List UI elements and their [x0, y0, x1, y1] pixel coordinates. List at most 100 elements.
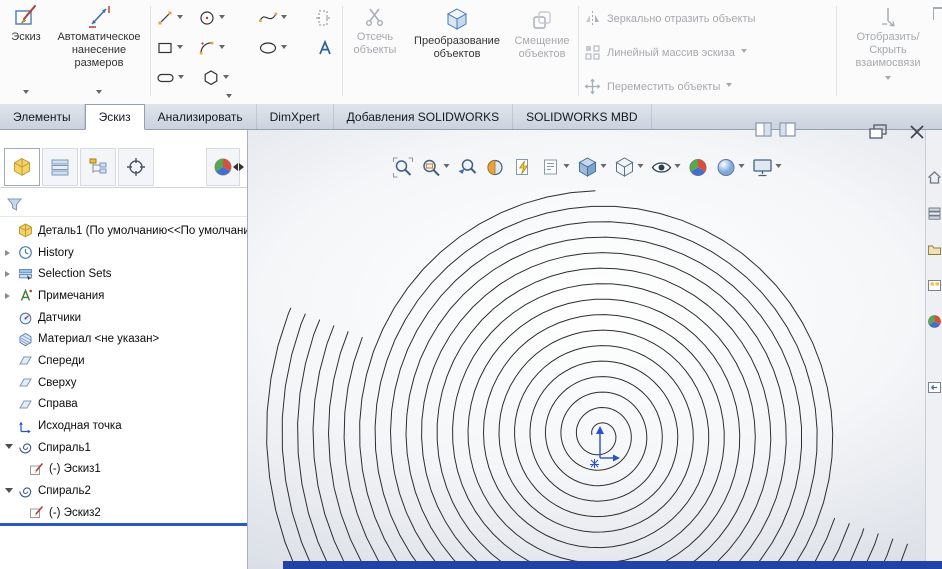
smart-dimension-button[interactable]: Автоматическое нанесение размеров — [50, 3, 148, 100]
chevron-down-icon[interactable] — [775, 163, 781, 171]
dimxpertmanager-tab[interactable] — [118, 148, 154, 186]
display-pane-toggle-icon[interactable] — [755, 121, 773, 139]
mirror-entities-button[interactable]: Зеркально отразить объекты — [584, 10, 755, 27]
apply-scene-button[interactable] — [715, 157, 744, 178]
chevron-down-icon[interactable] — [177, 14, 183, 22]
tree-item-sketch2[interactable]: (-) Эскиз2 — [0, 502, 247, 524]
chevron-down-icon[interactable] — [219, 14, 225, 22]
tree-item-material[interactable]: Материал <не указан> — [0, 328, 247, 350]
spiral2-curve[interactable] — [266, 130, 925, 569]
sketch-button[interactable]: Эскиз — [4, 3, 48, 100]
chevron-down-icon[interactable] — [563, 163, 569, 171]
display-style-button[interactable] — [613, 156, 643, 178]
tree-item-sketch1[interactable]: (-) Эскиз1 — [0, 459, 247, 481]
tab-solidworks-addins[interactable]: Добавления SOLIDWORKS — [334, 104, 514, 129]
chevron-down-icon[interactable] — [219, 44, 225, 52]
convert-entities-button[interactable]: Преобразование объектов — [408, 6, 506, 61]
chevron-down-icon[interactable] — [178, 74, 184, 82]
featuremanager-tab[interactable] — [4, 148, 40, 186]
text-tool-button[interactable] — [316, 36, 334, 60]
display-relations-button[interactable]: Отобразить/Скрыть взаимосвязи — [842, 6, 934, 98]
linear-pattern-button[interactable]: Линейный массив эскиза — [584, 44, 747, 61]
expander-icon[interactable] — [5, 271, 16, 278]
view-settings-button[interactable] — [751, 157, 781, 178]
tab-features[interactable]: Элементы — [0, 104, 85, 129]
chevron-down-icon[interactable] — [637, 163, 643, 171]
offset-entities-button[interactable]: Смещение объектов — [510, 10, 574, 61]
tree-item-front-plane[interactable]: Спереди — [0, 350, 247, 372]
tree-filter-row[interactable] — [0, 192, 247, 217]
design-library-icon[interactable] — [927, 206, 942, 221]
previous-view-button[interactable] — [456, 157, 477, 178]
chevron-down-icon[interactable] — [740, 49, 747, 56]
view-orientation-button[interactable] — [576, 156, 606, 178]
tree-item-part[interactable]: Деталь1 (По умолчанию<<По умолчанию> — [0, 220, 247, 242]
appearances-icon[interactable] — [927, 314, 942, 329]
dynamic-annotation-button[interactable] — [512, 157, 533, 178]
chevron-down-icon[interactable] — [885, 75, 891, 83]
tab-scroll-left-icon[interactable] — [229, 163, 238, 171]
tree-item-spiral1[interactable]: Спираль1 — [0, 437, 247, 459]
chevron-down-icon[interactable] — [223, 74, 229, 82]
tree-item-origin[interactable]: Исходная точка — [0, 415, 247, 437]
custom-properties-icon[interactable] — [927, 380, 942, 395]
propertymanager-tab[interactable] — [42, 148, 78, 186]
expander-icon[interactable] — [5, 442, 16, 453]
configurationmanager-tab[interactable] — [80, 148, 116, 186]
annotation-views-button[interactable] — [540, 157, 569, 178]
arc-tool-button[interactable] — [198, 36, 225, 60]
expander-icon[interactable] — [5, 292, 16, 299]
rollback-bar[interactable] — [0, 523, 247, 526]
ellipse-tool-button[interactable] — [258, 36, 287, 60]
tree-item-sensors[interactable]: Датчики — [0, 307, 247, 329]
slot-tool-button[interactable] — [156, 66, 184, 90]
tree-item-top-plane[interactable]: Сверху — [0, 372, 247, 394]
spiral1-curve[interactable] — [359, 190, 834, 569]
tree-item-selection-sets[interactable]: Selection Sets — [0, 263, 247, 285]
section-view-button[interactable] — [484, 157, 505, 178]
tab-sketch[interactable]: Эскиз — [84, 104, 145, 130]
spline-tool-button[interactable] — [258, 6, 287, 30]
linear-pattern-label: Линейный массив эскиза — [607, 46, 735, 59]
tab-solidworks-mbd[interactable]: SOLIDWORKS MBD — [513, 104, 652, 129]
mirror-flyout-button[interactable] — [314, 6, 332, 30]
hide-show-items-button[interactable] — [650, 157, 680, 178]
chevron-down-icon[interactable] — [674, 163, 680, 171]
move-entities-button[interactable]: Переместить объекты — [584, 78, 733, 95]
graphics-area[interactable] — [248, 130, 925, 569]
zoom-fit-button[interactable] — [392, 157, 413, 178]
tab-evaluate[interactable]: Анализировать — [145, 104, 257, 129]
restore-window-icon[interactable] — [869, 124, 888, 140]
tab-dimxpert[interactable]: DimXpert — [257, 104, 334, 129]
chevron-down-icon[interactable] — [738, 163, 744, 171]
chevron-down-icon[interactable] — [226, 94, 232, 101]
chevron-down-icon[interactable] — [600, 163, 606, 171]
edit-appearance-button[interactable] — [687, 157, 708, 178]
chevron-down-icon[interactable] — [177, 44, 183, 52]
home-icon[interactable] — [927, 170, 942, 185]
trim-entities-button[interactable]: Отсечь объекты — [346, 6, 404, 57]
line-tool-button[interactable] — [156, 6, 183, 30]
chevron-down-icon[interactable] — [443, 163, 449, 171]
zoom-area-button[interactable] — [420, 157, 449, 178]
expander-icon[interactable] — [5, 486, 16, 497]
polygon-tool-button[interactable] — [202, 66, 229, 90]
circle-tool-button[interactable] — [198, 6, 225, 30]
view-palette-icon[interactable] — [927, 278, 942, 293]
chevron-down-icon[interactable] — [281, 44, 287, 52]
close-window-icon[interactable] — [908, 123, 926, 141]
featuremanager-pane-toggle-icon[interactable] — [779, 121, 797, 139]
chevron-down-icon[interactable] — [281, 14, 287, 22]
annotations-icon — [16, 288, 34, 303]
tab-scroll-right-icon[interactable] — [239, 163, 248, 171]
chevron-down-icon[interactable] — [726, 83, 733, 90]
expander-icon[interactable] — [5, 249, 16, 256]
chevron-down-icon[interactable] — [23, 90, 29, 97]
rectangle-tool-button[interactable] — [156, 36, 183, 60]
tree-item-annotations[interactable]: Примечания — [0, 285, 247, 307]
tree-item-right-plane[interactable]: Справа — [0, 394, 247, 416]
chevron-down-icon[interactable] — [96, 90, 102, 97]
tree-item-spiral2[interactable]: Спираль2 — [0, 480, 247, 502]
file-explorer-icon[interactable] — [927, 242, 942, 257]
tree-item-history[interactable]: History — [0, 242, 247, 264]
